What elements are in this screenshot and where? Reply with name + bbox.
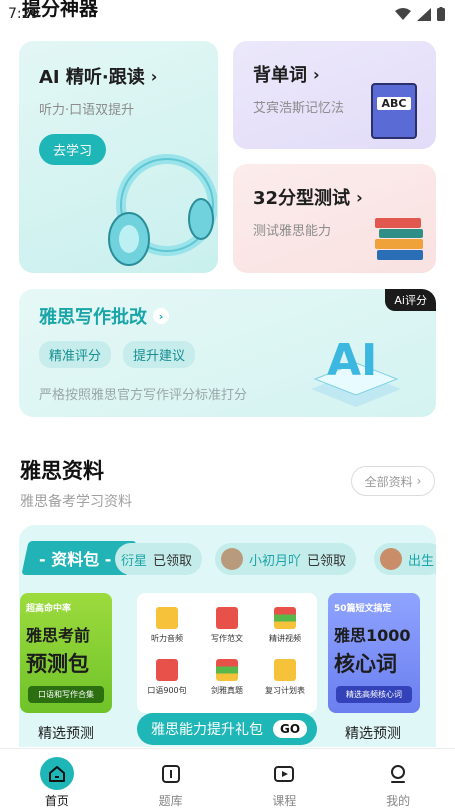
book-footer: 精选高频核心词	[336, 686, 412, 703]
book-title-big: 预测包	[26, 652, 89, 676]
svg-text:AI: AI	[327, 335, 377, 386]
tab-question-bank[interactable]: 题库	[114, 749, 228, 809]
go-study-button[interactable]: 去学习	[39, 134, 107, 165]
grid-item-writing-samples[interactable]: 写作范文	[199, 607, 255, 644]
resources-subtitle: 雅思备考学习资料	[20, 494, 132, 510]
grid-item-speaking-900[interactable]: 口语900句	[139, 659, 195, 696]
book-footer: 口语和写作合集	[28, 686, 104, 703]
book-title: 雅思考前	[26, 626, 91, 645]
claim-ticker-item: 衍星 已领取	[115, 543, 203, 575]
tab-profile[interactable]: 我的	[341, 749, 455, 809]
grid-item-listening-audio[interactable]: 听力音频	[139, 607, 195, 644]
ai-3d-icon: AI	[311, 335, 401, 407]
book-caption: 精选预测	[345, 726, 401, 742]
tab-label: 课程	[272, 794, 297, 808]
home-icon	[39, 757, 74, 790]
words-card[interactable]: 背单词 › 艾宾浩斯记忆法 ABC	[233, 41, 436, 149]
headphones-icon	[108, 154, 217, 266]
all-resources-button[interactable]: 全部资料 ›	[351, 466, 435, 496]
pdf-icon	[216, 607, 238, 629]
book-title: 雅思1000	[334, 626, 411, 645]
profile-icon	[381, 757, 415, 790]
level-test-title: 32分型测试 ›	[253, 187, 363, 210]
vocab-book-icon: ABC	[371, 83, 417, 139]
claim-user: 小初月吖	[249, 553, 302, 569]
resource-grid-card[interactable]: 听力音频 写作范文 精讲视频 口语900句 剑雅真题 复习计划表	[137, 593, 317, 713]
status-icons	[395, 7, 445, 21]
book-icon	[154, 757, 188, 790]
books-stack-icon	[375, 218, 423, 260]
claim-action: 已领取	[153, 553, 193, 569]
ai-listen-title: AI 精听·跟读 ›	[39, 66, 158, 89]
claim-action: 已领取	[307, 553, 347, 569]
level-test-card[interactable]: 32分型测试 › 测试雅思能力	[233, 164, 436, 273]
go-label: GO	[273, 720, 308, 738]
tag-improve-advice: 提升建议	[123, 341, 196, 368]
archive-icon	[216, 659, 238, 681]
claim-ticker-item: 出生	[374, 543, 436, 575]
tab-home[interactable]: 首页	[0, 749, 114, 809]
folder-icon	[156, 607, 178, 629]
claim-ticker-item: 小初月吖 已领取	[215, 543, 357, 575]
claim-user: 衍星	[121, 553, 148, 569]
tab-label: 题库	[158, 794, 183, 808]
avatar	[221, 548, 243, 570]
book-caption: 精选预测	[38, 726, 94, 742]
tab-courses[interactable]: 课程	[228, 749, 342, 809]
chevron-right-icon: ›	[416, 474, 422, 488]
chevron-right-icon: ›	[313, 64, 320, 84]
ai-listen-subtitle: 听力·口语双提升	[39, 103, 135, 118]
status-time: 7:29	[8, 6, 40, 22]
play-icon	[267, 757, 301, 790]
signal-icon	[417, 7, 431, 21]
resources-title: 雅思资料	[20, 459, 104, 483]
ai-score-badge: Ai评分	[385, 289, 436, 311]
wifi-icon	[395, 7, 411, 20]
ai-listen-card[interactable]: AI 精听·跟读 › 听力·口语双提升 去学习	[19, 41, 218, 273]
gift-pack-button[interactable]: 雅思能力提升礼包 GO	[137, 713, 317, 745]
bottom-tabbar: 首页 题库 课程 我的	[0, 748, 455, 809]
tab-label: 首页	[44, 794, 69, 808]
chevron-right-icon: ›	[153, 308, 169, 324]
book-title-big: 核心词	[334, 652, 397, 676]
prediction-pack-book[interactable]: 超高命中率 雅思考前 预测包 口语和写作合集	[20, 593, 112, 713]
claim-user: 出生	[408, 553, 435, 569]
battery-icon	[437, 7, 445, 21]
tag-accurate-score: 精准评分	[39, 341, 112, 368]
book-tagline: 超高命中率	[26, 604, 72, 614]
grid-item-cambridge-tests[interactable]: 剑雅真题	[199, 659, 255, 696]
chevron-right-icon: ›	[150, 66, 158, 86]
archive-icon	[274, 607, 296, 629]
grid-item-lecture-videos[interactable]: 精讲视频	[257, 607, 313, 644]
tab-label: 我的	[386, 794, 411, 808]
pdf-icon	[156, 659, 178, 681]
gift-pack-label: 雅思能力提升礼包	[151, 722, 263, 738]
core-words-book[interactable]: 50篇短文搞定 雅思1000 核心词 精选高频核心词	[328, 593, 420, 713]
vocab-book-label: ABC	[377, 97, 411, 110]
book-tagline: 50篇短文搞定	[334, 604, 392, 614]
grid-item-review-plan[interactable]: 复习计划表	[257, 659, 313, 696]
avatar	[380, 548, 402, 570]
folder-icon	[274, 659, 296, 681]
all-resources-label: 全部资料	[364, 474, 413, 489]
writing-correction-card[interactable]: Ai评分 雅思写作批改 › 精准评分 提升建议 严格按照雅思官方写作评分标准打分 …	[19, 289, 436, 417]
chevron-right-icon: ›	[356, 187, 363, 207]
